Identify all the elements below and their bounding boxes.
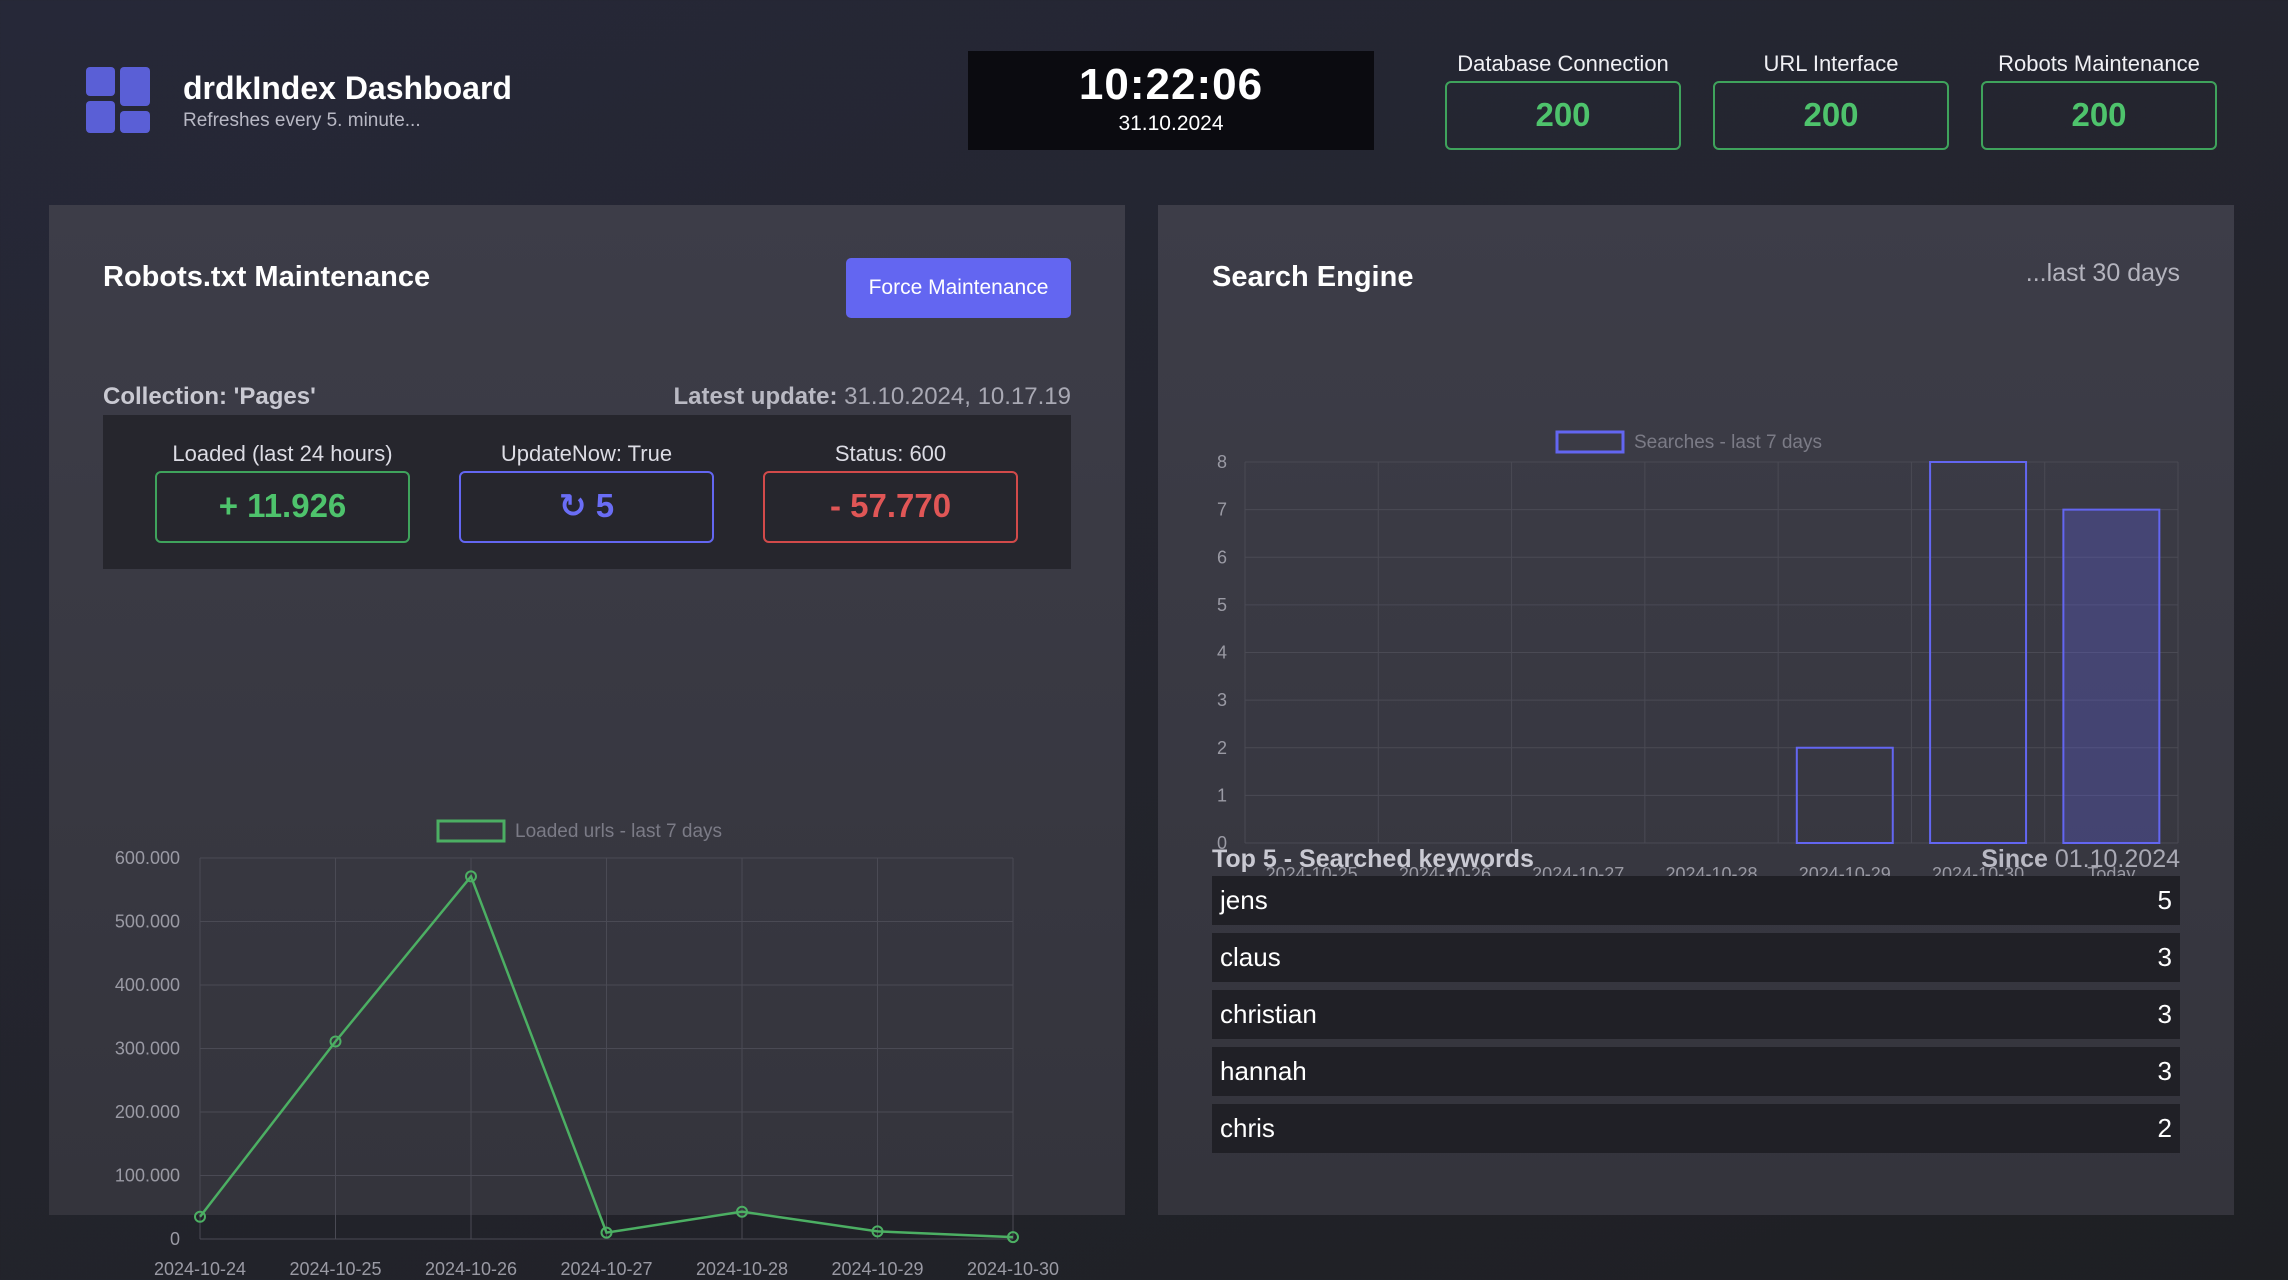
stat-value: + 11.926 [155,471,410,543]
y-tick-label: 5 [1217,595,1227,615]
stat-label: Loaded (last 24 hours) [172,441,393,466]
keyword-row: christian 3 [1212,990,2180,1039]
logo-tile [120,111,150,133]
status-value: 200 [1713,81,1949,150]
y-tick-label: 300.000 [115,1039,180,1059]
y-tick-label: 6 [1217,547,1227,567]
status-value: 200 [1981,81,2217,150]
latest-update: Latest update: 31.10.2024, 10.17.19 [673,383,1071,411]
status-label: Robots Maintenance [1998,51,2200,76]
loaded-urls-line-chart: Loaded urls - last 7 days 0 100.000 200.000… [115,819,1059,1279]
stat-value: - 57.770 [763,471,1018,543]
keyword-count: 3 [2157,942,2172,972]
legend-swatch [436,819,506,843]
range-note: ...last 30 days [2025,259,2180,287]
app-title: drdkIndex Dashboard [183,70,512,106]
keyword-count: 3 [2157,999,2172,1029]
y-tick-label: 200.000 [115,1102,180,1122]
collection-label: Collection: 'Pages' [103,383,316,410]
y-tick-label: 4 [1217,643,1227,663]
clock-time: 10:22:06 [1078,60,1264,109]
keyword-word: christian [1220,999,1317,1029]
status-url-interface: URL Interface 200 [1713,51,1949,150]
robots-panel: Robots.txt Maintenance Force Maintenance… [49,205,1125,1279]
logo-tile [120,67,150,106]
x-tick-label: 2024-10-26 [425,1259,517,1279]
stat-value: ↻ 5 [459,471,714,543]
stat-status: Status: 600 - 57.770 [763,441,1018,543]
keyword-word: chris [1220,1113,1275,1143]
keyword-word: hannah [1220,1056,1307,1086]
keywords-since: Since 01.10.2024 [1981,845,2180,874]
y-tick-label: 7 [1217,500,1227,520]
keyword-row: claus 3 [1212,933,2180,982]
keyword-row: chris 2 [1212,1104,2180,1153]
since-label: Since [1981,845,2048,873]
y-tick-label: 500.000 [115,912,180,932]
stats-box: Loaded (last 24 hours) + 11.926 UpdateNo… [103,415,1071,569]
legend-swatch [1555,430,1625,454]
keywords-list: jens 5 claus 3 christian 3 hannah 3 chri… [1212,876,2180,1161]
search-engine-panel: Search Engine ...last 30 days Searches -… [1158,205,2234,1215]
status-database-connection: Database Connection 200 [1445,51,1681,150]
clock: 10:22:06 31.10.2024 [968,51,1374,150]
y-tick-label: 2 [1217,738,1227,758]
keyword-row: hannah 3 [1212,1047,2180,1096]
keyword-count: 2 [2157,1113,2172,1143]
y-tick-label: 8 [1217,452,1227,472]
latest-update-value: 31.10.2024, 10.17.19 [844,383,1071,410]
y-tick-label: 600.000 [115,848,180,868]
y-tick-label: 0 [170,1229,180,1249]
since-value: 01.10.2024 [2054,845,2180,873]
status-label: URL Interface [1763,51,1899,76]
y-tick-label: 100.000 [115,1166,180,1186]
status-robots-maintenance: Robots Maintenance 200 [1981,51,2217,150]
x-tick-label: 2024-10-28 [696,1259,788,1279]
status-label: Database Connection [1457,51,1669,76]
keyword-count: 5 [2157,885,2172,915]
bar [2062,508,2161,844]
y-tick-label: 400.000 [115,975,180,995]
logo-tile [86,67,115,96]
stat-label: UpdateNow: True [500,441,673,466]
x-tick-label: 2024-10-24 [154,1259,246,1279]
x-tick-label: 2024-10-30 [967,1259,1059,1279]
legend-label: Searches - last 7 days [1634,432,1822,453]
legend-label: Loaded urls - last 7 days [515,821,722,842]
clock-date: 31.10.2024 [1118,112,1224,135]
panel-title: Search Engine [1212,261,1414,293]
force-maintenance-button[interactable]: Force Maintenance [846,258,1071,318]
x-tick-label: 2024-10-27 [560,1259,652,1279]
y-tick-label: 1 [1217,785,1227,805]
keyword-count: 3 [2157,1056,2172,1086]
app-logo [86,67,150,133]
keywords-title: Top 5 - Searched keywords [1212,845,1534,873]
x-tick-label: 2024-10-29 [831,1259,923,1279]
stat-label: Status: 600 [834,441,947,466]
x-tick-label: 2024-10-25 [289,1259,381,1279]
keyword-word: claus [1220,942,1281,972]
panel-title: Robots.txt Maintenance [103,261,431,293]
stat-loaded: Loaded (last 24 hours) + 11.926 [155,441,410,543]
logo-tile [86,101,115,133]
y-tick-label: 3 [1217,690,1227,710]
keyword-word: jens [1220,885,1268,915]
status-value: 200 [1445,81,1681,150]
app-subtitle: Refreshes every 5. minute... [183,110,421,131]
latest-update-label: Latest update: [673,383,838,410]
keyword-row: jens 5 [1212,876,2180,925]
stat-update-now: UpdateNow: True ↻ 5 [459,441,714,543]
